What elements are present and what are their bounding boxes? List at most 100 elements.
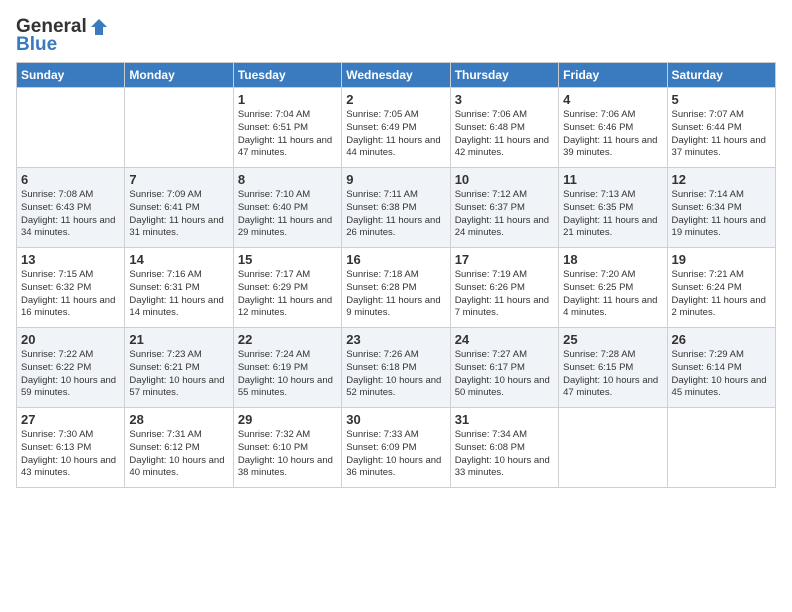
calendar-cell: 18 Sunrise: 7:20 AM Sunset: 6:25 PM Dayli…: [559, 248, 667, 328]
day-info: Sunrise: 7:20 AM Sunset: 6:25 PM Dayligh…: [563, 269, 662, 320]
calendar-week-row: 27Sunrise: 7:30 AM Sunset: 6:13 PM Dayli…: [17, 408, 776, 488]
calendar-cell: 30 Sunrise: 7:33 AM Sunset: 6:09 PM Dayli…: [342, 408, 450, 488]
calendar-cell: 4Sunrise: 7:06 AM Sunset: 6:46 PM Daylig…: [559, 88, 667, 168]
day-number: 25: [563, 332, 662, 347]
day-number: 28: [129, 412, 228, 427]
day-info: Sunrise: 7:29 AM Sunset: 6:14 PM Dayligh…: [672, 349, 771, 400]
calendar-cell: [125, 88, 233, 168]
day-info: Sunrise: 7:30 AM Sunset: 6:13 PM Dayligh…: [21, 429, 120, 480]
calendar-cell: 24 Sunrise: 7:27 AM Sunset: 6:17 PM Dayli…: [450, 328, 558, 408]
calendar-cell: 27Sunrise: 7:30 AM Sunset: 6:13 PM Dayli…: [17, 408, 125, 488]
day-number: 31: [455, 412, 554, 427]
day-info: Sunrise: 7:04 AM Sunset: 6:51 PM Dayligh…: [238, 109, 337, 160]
weekday-header-row: SundayMondayTuesdayWednesdayThursdayFrid…: [17, 63, 776, 88]
day-info: Sunrise: 7:27 AM Sunset: 6:17 PM Dayligh…: [455, 349, 554, 400]
calendar-cell: 15 Sunrise: 7:17 AM Sunset: 6:29 PM Dayli…: [233, 248, 341, 328]
day-number: 22: [238, 332, 337, 347]
day-info: Sunrise: 7:11 AM Sunset: 6:38 PM Dayligh…: [346, 189, 445, 240]
day-number: 1: [238, 92, 337, 107]
calendar-cell: 10 Sunrise: 7:12 AM Sunset: 6:37 PM Dayli…: [450, 168, 558, 248]
weekday-header-wednesday: Wednesday: [342, 63, 450, 88]
day-info: Sunrise: 7:16 AM Sunset: 6:31 PM Dayligh…: [129, 269, 228, 320]
day-info: Sunrise: 7:28 AM Sunset: 6:15 PM Dayligh…: [563, 349, 662, 400]
calendar-cell: 19Sunrise: 7:21 AM Sunset: 6:24 PM Dayli…: [667, 248, 775, 328]
calendar-week-row: 13Sunrise: 7:15 AM Sunset: 6:32 PM Dayli…: [17, 248, 776, 328]
calendar-cell: 29 Sunrise: 7:32 AM Sunset: 6:10 PM Dayli…: [233, 408, 341, 488]
day-number: 26: [672, 332, 771, 347]
day-number: 17: [455, 252, 554, 267]
day-info: Sunrise: 7:09 AM Sunset: 6:41 PM Dayligh…: [129, 189, 228, 240]
day-number: 20: [21, 332, 120, 347]
calendar-week-row: 1 Sunrise: 7:04 AM Sunset: 6:51 PM Daylig…: [17, 88, 776, 168]
day-number: 10: [455, 172, 554, 187]
day-number: 3: [455, 92, 554, 107]
calendar-cell: 21Sunrise: 7:23 AM Sunset: 6:21 PM Dayli…: [125, 328, 233, 408]
calendar-cell: 6 Sunrise: 7:08 AM Sunset: 6:43 PM Daylig…: [17, 168, 125, 248]
calendar-table: SundayMondayTuesdayWednesdayThursdayFrid…: [16, 62, 776, 488]
day-number: 24: [455, 332, 554, 347]
day-info: Sunrise: 7:18 AM Sunset: 6:28 PM Dayligh…: [346, 269, 445, 320]
calendar-cell: 22 Sunrise: 7:24 AM Sunset: 6:19 PM Dayli…: [233, 328, 341, 408]
day-info: Sunrise: 7:14 AM Sunset: 6:34 PM Dayligh…: [672, 189, 771, 240]
day-info: Sunrise: 7:07 AM Sunset: 6:44 PM Dayligh…: [672, 109, 771, 160]
day-info: Sunrise: 7:06 AM Sunset: 6:46 PM Dayligh…: [563, 109, 662, 160]
day-number: 14: [129, 252, 228, 267]
calendar-cell: 28 Sunrise: 7:31 AM Sunset: 6:12 PM Dayli…: [125, 408, 233, 488]
calendar-cell: 3Sunrise: 7:06 AM Sunset: 6:48 PM Daylig…: [450, 88, 558, 168]
calendar-cell: [17, 88, 125, 168]
calendar-cell: 23 Sunrise: 7:26 AM Sunset: 6:18 PM Dayli…: [342, 328, 450, 408]
day-number: 29: [238, 412, 337, 427]
day-number: 19: [672, 252, 771, 267]
day-number: 16: [346, 252, 445, 267]
day-number: 5: [672, 92, 771, 107]
day-number: 6: [21, 172, 120, 187]
calendar-cell: 20Sunrise: 7:22 AM Sunset: 6:22 PM Dayli…: [17, 328, 125, 408]
calendar-cell: 25 Sunrise: 7:28 AM Sunset: 6:15 PM Dayli…: [559, 328, 667, 408]
weekday-header-thursday: Thursday: [450, 63, 558, 88]
day-number: 23: [346, 332, 445, 347]
calendar-cell: 8 Sunrise: 7:10 AM Sunset: 6:40 PM Daylig…: [233, 168, 341, 248]
day-info: Sunrise: 7:31 AM Sunset: 6:12 PM Dayligh…: [129, 429, 228, 480]
day-info: Sunrise: 7:26 AM Sunset: 6:18 PM Dayligh…: [346, 349, 445, 400]
day-info: Sunrise: 7:19 AM Sunset: 6:26 PM Dayligh…: [455, 269, 554, 320]
day-info: Sunrise: 7:32 AM Sunset: 6:10 PM Dayligh…: [238, 429, 337, 480]
weekday-header-monday: Monday: [125, 63, 233, 88]
day-number: 30: [346, 412, 445, 427]
logo: General Blue: [16, 16, 109, 56]
day-number: 12: [672, 172, 771, 187]
calendar-cell: [559, 408, 667, 488]
day-info: Sunrise: 7:10 AM Sunset: 6:40 PM Dayligh…: [238, 189, 337, 240]
calendar-cell: 14 Sunrise: 7:16 AM Sunset: 6:31 PM Dayli…: [125, 248, 233, 328]
day-info: Sunrise: 7:34 AM Sunset: 6:08 PM Dayligh…: [455, 429, 554, 480]
day-number: 11: [563, 172, 662, 187]
weekday-header-sunday: Sunday: [17, 63, 125, 88]
day-info: Sunrise: 7:08 AM Sunset: 6:43 PM Dayligh…: [21, 189, 120, 240]
calendar-cell: 5 Sunrise: 7:07 AM Sunset: 6:44 PM Daylig…: [667, 88, 775, 168]
day-number: 15: [238, 252, 337, 267]
page-header: General Blue: [16, 16, 776, 56]
weekday-header-tuesday: Tuesday: [233, 63, 341, 88]
day-number: 9: [346, 172, 445, 187]
calendar-cell: 1 Sunrise: 7:04 AM Sunset: 6:51 PM Daylig…: [233, 88, 341, 168]
calendar-cell: 26 Sunrise: 7:29 AM Sunset: 6:14 PM Dayli…: [667, 328, 775, 408]
calendar-cell: 13Sunrise: 7:15 AM Sunset: 6:32 PM Dayli…: [17, 248, 125, 328]
calendar-cell: 7 Sunrise: 7:09 AM Sunset: 6:41 PM Daylig…: [125, 168, 233, 248]
day-number: 13: [21, 252, 120, 267]
calendar-cell: 9 Sunrise: 7:11 AM Sunset: 6:38 PM Daylig…: [342, 168, 450, 248]
day-number: 8: [238, 172, 337, 187]
weekday-header-friday: Friday: [559, 63, 667, 88]
weekday-header-saturday: Saturday: [667, 63, 775, 88]
logo-blue-text: Blue: [16, 34, 57, 56]
logo-icon: [89, 17, 109, 37]
day-info: Sunrise: 7:12 AM Sunset: 6:37 PM Dayligh…: [455, 189, 554, 240]
day-number: 18: [563, 252, 662, 267]
day-number: 7: [129, 172, 228, 187]
day-info: Sunrise: 7:17 AM Sunset: 6:29 PM Dayligh…: [238, 269, 337, 320]
day-number: 2: [346, 92, 445, 107]
day-info: Sunrise: 7:24 AM Sunset: 6:19 PM Dayligh…: [238, 349, 337, 400]
day-info: Sunrise: 7:33 AM Sunset: 6:09 PM Dayligh…: [346, 429, 445, 480]
calendar-cell: 11Sunrise: 7:13 AM Sunset: 6:35 PM Dayli…: [559, 168, 667, 248]
calendar-cell: 12 Sunrise: 7:14 AM Sunset: 6:34 PM Dayli…: [667, 168, 775, 248]
calendar-cell: 31 Sunrise: 7:34 AM Sunset: 6:08 PM Dayli…: [450, 408, 558, 488]
day-info: Sunrise: 7:23 AM Sunset: 6:21 PM Dayligh…: [129, 349, 228, 400]
